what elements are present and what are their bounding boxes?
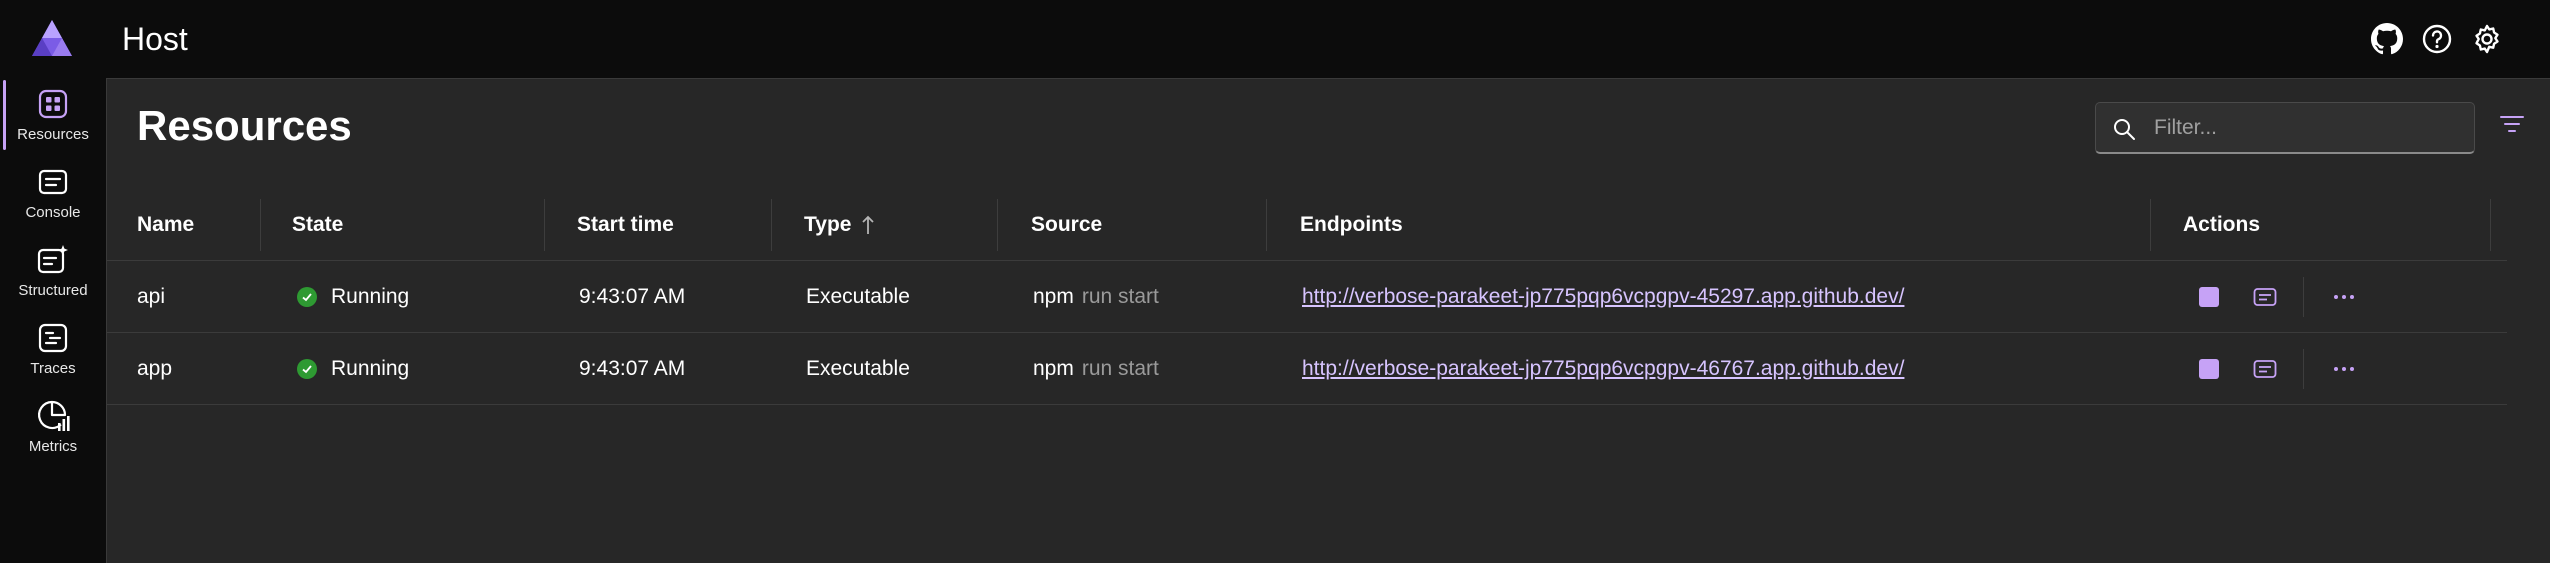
endpoint-link[interactable]: http://verbose-parakeet-jp775pqp6vcpgpv-… <box>1302 357 1904 381</box>
traces-icon <box>35 320 71 356</box>
github-icon[interactable] <box>2370 22 2404 56</box>
column-header-endpoints[interactable]: Endpoints <box>1300 189 1403 261</box>
filter-box[interactable] <box>2095 102 2475 154</box>
settings-icon[interactable] <box>2470 22 2504 56</box>
column-header-name[interactable]: Name <box>137 189 194 261</box>
filter-options-icon[interactable] <box>2499 113 2525 140</box>
source-command: npm <box>1033 285 1074 308</box>
resource-name: api <box>137 285 166 308</box>
console-icon <box>35 164 71 200</box>
column-resize-handle[interactable] <box>544 199 545 251</box>
nav-label-resources: Resources <box>17 126 89 143</box>
app-logo[interactable] <box>30 18 74 58</box>
nav-label-traces: Traces <box>30 360 76 377</box>
column-header-start-time[interactable]: Start time <box>577 189 674 261</box>
resources-icon <box>35 86 71 122</box>
top-bar: Host <box>0 0 2550 78</box>
metrics-icon <box>35 398 71 434</box>
table-row[interactable]: api Running 9:43:07 AM Executable npm ru… <box>107 261 2507 333</box>
endpoint-link[interactable]: http://verbose-parakeet-jp775pqp6vcpgpv-… <box>1302 285 1904 309</box>
main-panel: Resources Name State Start time Type Sou… <box>106 78 2550 563</box>
resource-endpoint: http://verbose-parakeet-jp775pqp6vcpgpv-… <box>1302 333 1904 405</box>
table-row[interactable]: app Running 9:43:07 AM Executable npm ru… <box>107 333 2507 405</box>
resource-start-time: 9:43:07 AM <box>579 285 686 308</box>
resource-start-time: 9:43:07 AM <box>579 357 686 380</box>
running-status-icon <box>297 359 317 379</box>
resource-type: Executable <box>806 357 910 380</box>
nav-label-console: Console <box>25 204 81 221</box>
console-logs-button[interactable] <box>2253 333 2277 405</box>
nav-item-traces[interactable]: Traces <box>0 312 106 386</box>
column-resize-handle[interactable] <box>1266 199 1267 251</box>
actions-divider <box>2303 349 2304 389</box>
source-arguments: run start <box>1081 285 1159 308</box>
more-actions-button[interactable] <box>2333 333 2355 405</box>
resource-source: npm run start <box>1033 261 1159 333</box>
resource-state-label: Running <box>331 357 410 380</box>
nav-item-structured[interactable]: Structured <box>0 234 106 308</box>
more-actions-button[interactable] <box>2333 261 2355 333</box>
column-resize-handle[interactable] <box>2150 199 2151 251</box>
nav-label-structured: Structured <box>18 282 88 299</box>
stop-button[interactable] <box>2199 333 2219 405</box>
column-header-source[interactable]: Source <box>1031 189 1102 261</box>
nav-label-metrics: Metrics <box>28 438 78 455</box>
source-arguments: run start <box>1081 357 1159 380</box>
resource-state: Running <box>297 333 409 405</box>
column-header-type-label: Type <box>804 213 852 236</box>
actions-divider <box>2303 277 2304 317</box>
column-header-actions: Actions <box>2183 213 2261 236</box>
column-resize-handle[interactable] <box>2490 199 2491 251</box>
side-nav: Resources Console Structured Traces Metr… <box>0 78 106 563</box>
resource-name: app <box>137 357 173 380</box>
resource-source: npm run start <box>1033 333 1159 405</box>
table-header-row: Name State Start time Type Source Endpoi… <box>107 189 2507 261</box>
structured-logs-icon <box>35 242 71 278</box>
console-logs-button[interactable] <box>2253 261 2277 333</box>
running-status-icon <box>297 287 317 307</box>
stop-button[interactable] <box>2199 261 2219 333</box>
help-icon[interactable] <box>2420 22 2454 56</box>
column-resize-handle[interactable] <box>260 199 261 251</box>
nav-item-metrics[interactable]: Metrics <box>0 390 106 464</box>
resource-state: Running <box>297 261 409 333</box>
column-header-state[interactable]: State <box>292 189 343 261</box>
stop-icon <box>2199 287 2219 307</box>
source-command: npm <box>1033 357 1074 380</box>
column-header-type[interactable]: Type <box>804 189 875 261</box>
console-logs-icon <box>2253 288 2277 306</box>
resource-state-label: Running <box>331 285 410 308</box>
nav-item-resources[interactable]: Resources <box>0 78 106 152</box>
search-icon <box>2112 117 2136 146</box>
filter-input[interactable] <box>2154 113 2454 143</box>
more-icon <box>2334 295 2354 299</box>
console-logs-icon <box>2253 360 2277 378</box>
stop-icon <box>2199 359 2219 379</box>
nav-item-console[interactable]: Console <box>0 156 106 230</box>
column-resize-handle[interactable] <box>771 199 772 251</box>
sort-ascending-icon <box>861 214 875 236</box>
resource-endpoint: http://verbose-parakeet-jp775pqp6vcpgpv-… <box>1302 261 1904 333</box>
page-title: Resources <box>137 102 352 149</box>
more-icon <box>2334 367 2354 371</box>
resources-table: Name State Start time Type Source Endpoi… <box>107 189 2507 405</box>
app-title: Host <box>122 21 188 57</box>
resource-type: Executable <box>806 285 910 308</box>
column-resize-handle[interactable] <box>997 199 998 251</box>
